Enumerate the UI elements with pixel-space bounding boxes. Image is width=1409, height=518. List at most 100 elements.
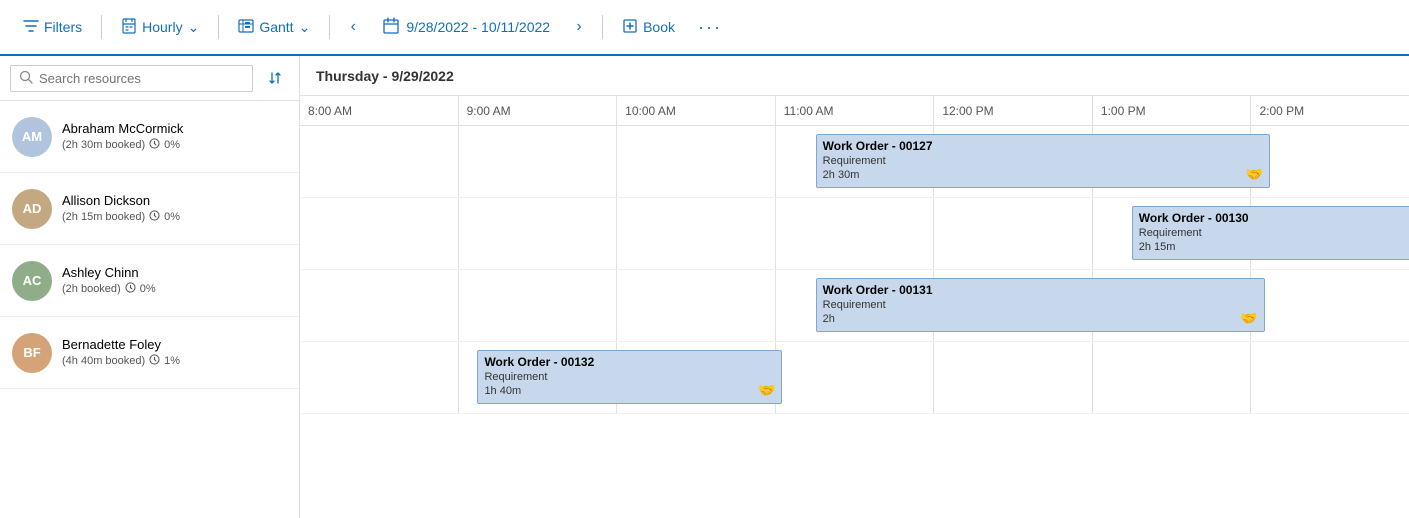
avatar: AD [12, 189, 52, 229]
resource-item[interactable]: AC Ashley Chinn (2h booked) 0% [0, 245, 299, 317]
resource-item[interactable]: AM Abraham McCormick (2h 30m booked) 0% [0, 101, 299, 173]
utilization: 0% [164, 211, 180, 223]
hourly-button[interactable]: Hourly ⌄ [110, 12, 210, 43]
sort-button[interactable] [261, 64, 289, 92]
handshake-icon: 🤝 [758, 382, 775, 399]
left-panel: AM Abraham McCormick (2h 30m booked) 0% … [0, 56, 300, 518]
toolbar: Filters Hourly ⌄ [0, 0, 1409, 56]
search-input-wrapper[interactable] [10, 65, 253, 92]
utilization: 1% [164, 355, 180, 367]
work-order-card[interactable]: Work Order - 00127 Requirement 2h 30m 🤝 [816, 134, 1271, 188]
gantt-cell [775, 342, 934, 413]
clock-icon [149, 138, 160, 152]
gantt-time-header: 8:00 AM9:00 AM10:00 AM11:00 AM12:00 PM1:… [300, 96, 1409, 126]
gantt-label: Gantt [259, 19, 293, 35]
resource-meta: (2h booked) 0% [62, 282, 287, 296]
work-order-title: Work Order - 00130 [1139, 211, 1409, 225]
gantt-cell [300, 342, 458, 413]
work-order-duration: 1h 40m [484, 385, 775, 397]
gantt-row: Work Order - 00131 Requirement 2h 🤝 [300, 270, 1409, 342]
resource-name: Ashley Chinn [62, 265, 287, 280]
more-button[interactable]: ··· [690, 12, 730, 43]
next-date-button[interactable]: › [564, 12, 594, 42]
gantt-cell [1092, 342, 1251, 413]
separator-2 [218, 15, 219, 39]
gantt-cell [775, 198, 934, 269]
separator-3 [329, 15, 330, 39]
work-order-title: Work Order - 00131 [823, 283, 1258, 297]
time-slot-header: 12:00 PM [933, 96, 1092, 125]
search-bar [0, 56, 299, 101]
main-content: AM Abraham McCormick (2h 30m booked) 0% … [0, 56, 1409, 518]
gantt-cell [300, 270, 458, 341]
resource-name: Abraham McCormick [62, 121, 287, 136]
avatar: BF [12, 333, 52, 373]
filter-icon [23, 18, 39, 37]
work-order-req: Requirement [823, 155, 1264, 167]
work-order-duration: 2h 30m [823, 169, 1264, 181]
hourly-label: Hourly [142, 19, 182, 35]
work-order-card[interactable]: Work Order - 00130 Requirement 2h 15m [1132, 206, 1409, 260]
gantt-date-header: Thursday - 9/29/2022 [300, 56, 1409, 96]
meta-text: (4h 40m booked) [62, 355, 145, 367]
utilization: 0% [164, 139, 180, 151]
avatar: AC [12, 261, 52, 301]
gantt-cell [458, 126, 617, 197]
gantt-icon [238, 18, 254, 37]
work-order-req: Requirement [484, 371, 775, 383]
gantt-cell [300, 198, 458, 269]
gantt-cell [616, 198, 775, 269]
work-order-card[interactable]: Work Order - 00132 Requirement 1h 40m 🤝 [477, 350, 782, 404]
resource-item[interactable]: AD Allison Dickson (2h 15m booked) 0% [0, 173, 299, 245]
resource-meta: (4h 40m booked) 1% [62, 354, 287, 368]
gantt-row: Work Order - 00127 Requirement 2h 30m 🤝 [300, 126, 1409, 198]
gantt-cell [616, 270, 775, 341]
resource-info: Bernadette Foley (4h 40m booked) 1% [62, 337, 287, 368]
resource-item[interactable]: BF Bernadette Foley (4h 40m booked) 1% [0, 317, 299, 389]
gantt-cell [458, 270, 617, 341]
time-slot-header: 11:00 AM [775, 96, 934, 125]
gantt-cell [616, 126, 775, 197]
work-order-duration: 2h [823, 313, 1258, 325]
time-slot-header: 10:00 AM [616, 96, 775, 125]
time-slot-header: 9:00 AM [458, 96, 617, 125]
gantt-button[interactable]: Gantt ⌄ [227, 12, 321, 43]
gantt-panel: Thursday - 9/29/2022 8:00 AM9:00 AM10:00… [300, 56, 1409, 518]
separator-4 [602, 15, 603, 39]
gantt-cell [300, 126, 458, 197]
calendar-icon [382, 17, 400, 38]
filters-button[interactable]: Filters [12, 12, 93, 43]
resource-info: Allison Dickson (2h 15m booked) 0% [62, 193, 287, 224]
hourly-chevron: ⌄ [188, 19, 200, 36]
work-order-duration: 2h 15m [1139, 241, 1409, 253]
resource-meta: (2h 30m booked) 0% [62, 138, 287, 152]
resource-meta: (2h 15m booked) 0% [62, 210, 287, 224]
utilization: 0% [140, 283, 156, 295]
book-button[interactable]: Book [611, 12, 686, 43]
gantt-cell [458, 198, 617, 269]
filters-label: Filters [44, 19, 82, 35]
meta-text: (2h 30m booked) [62, 139, 145, 151]
gantt-row: Work Order - 00132 Requirement 1h 40m 🤝 [300, 342, 1409, 414]
work-order-card[interactable]: Work Order - 00131 Requirement 2h 🤝 [816, 278, 1265, 332]
gantt-cell [933, 198, 1092, 269]
resource-name: Allison Dickson [62, 193, 287, 208]
book-label: Book [643, 19, 675, 35]
search-icon [19, 70, 33, 87]
gantt-cell [1250, 270, 1409, 341]
search-resources-input[interactable] [39, 71, 244, 86]
work-order-req: Requirement [823, 299, 1258, 311]
clock-icon [125, 282, 136, 296]
handshake-icon: 🤝 [1240, 310, 1257, 327]
hourly-icon [121, 18, 137, 37]
prev-date-button[interactable]: ‹ [338, 12, 368, 42]
date-range-container: 9/28/2022 - 10/11/2022 [372, 12, 560, 43]
work-order-req: Requirement [1139, 227, 1409, 239]
gantt-chevron: ⌄ [299, 19, 311, 36]
avatar: AM [12, 117, 52, 157]
gantt-cell [933, 342, 1092, 413]
meta-text: (2h 15m booked) [62, 211, 145, 223]
resource-name: Bernadette Foley [62, 337, 287, 352]
resource-info: Abraham McCormick (2h 30m booked) 0% [62, 121, 287, 152]
gantt-cell [1250, 342, 1409, 413]
